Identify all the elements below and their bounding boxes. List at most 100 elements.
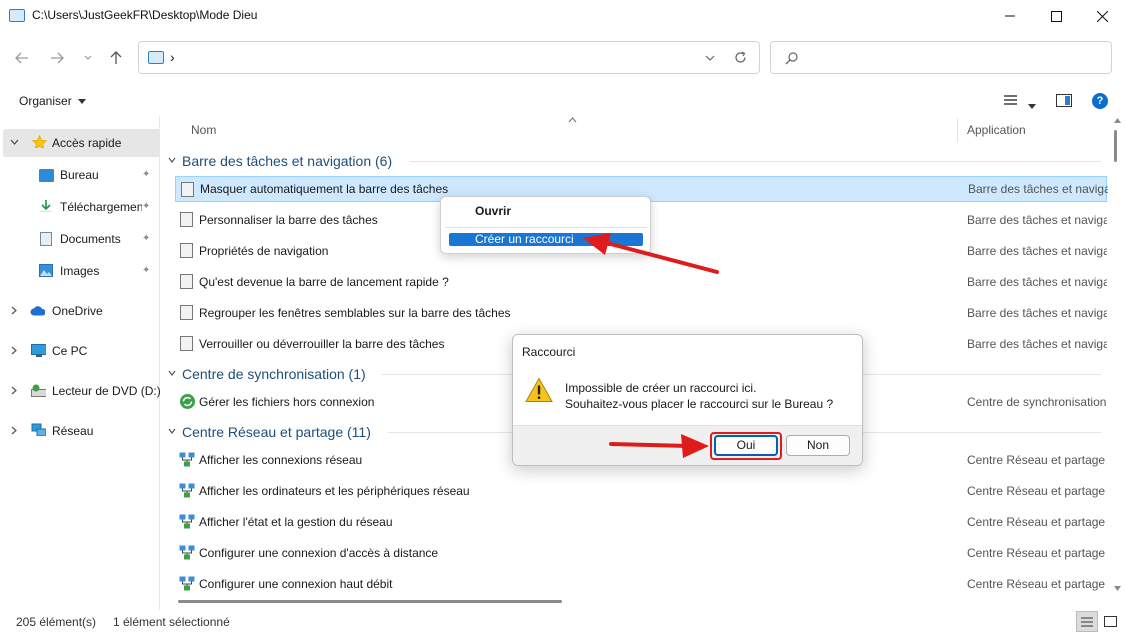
chevron-right-icon[interactable] [11,426,17,435]
command-bar [0,88,1125,116]
forward-button[interactable] [45,46,69,70]
large-icons-view-button[interactable] [1101,611,1121,632]
scroll-down-icon[interactable] [1114,586,1121,591]
group-header-barre-taches[interactable]: Barre des tâches et navigation (6) [182,153,392,169]
row-name: Masquer automatiquement la barre des tâc… [200,182,449,196]
preview-pane-button[interactable] [1056,94,1072,110]
network-icon [179,514,195,529]
chevron-down-icon[interactable] [168,370,176,376]
help-button[interactable]: ? [1092,93,1108,109]
control-panel-icon [148,51,164,64]
row-application: Barre des tâches et navigat [967,244,1107,258]
download-icon [40,200,52,212]
vertical-scrollbar[interactable] [1111,116,1125,594]
minimize-button[interactable] [987,0,1033,32]
group-header-synchronisation[interactable]: Centre de synchronisation (1) [182,366,366,382]
chevron-down-icon[interactable] [168,157,176,163]
search-input[interactable] [805,48,1095,68]
row-application: Centre Réseau et partage [967,453,1106,467]
chevron-down-icon[interactable] [168,428,176,434]
chevron-right-icon[interactable] [11,346,17,355]
document-icon [40,232,52,246]
warning-icon [525,377,553,402]
chevron-down-icon [84,55,92,60]
view-dropdown-button[interactable] [1028,98,1036,112]
table-row[interactable]: Configurer une connexion haut débit Cent… [175,571,1107,597]
search-icon [785,52,798,65]
network-icon [179,545,195,560]
sidebar-item-label: Images [60,264,100,278]
table-row[interactable]: Regrouper les fenêtres semblables sur la… [175,300,1107,326]
table-row[interactable]: Configurer une connexion d'accès à dista… [175,540,1107,566]
up-button[interactable] [104,46,128,70]
pin-icon[interactable]: ✦ [142,233,150,244]
breadcrumb-separator[interactable]: › [170,49,175,65]
column-application-header[interactable]: Application [967,123,1026,137]
row-name: Configurer une connexion haut débit [199,577,393,591]
sidebar-item-bureau[interactable]: Bureau ✦ [0,161,157,189]
search-box[interactable] [770,41,1112,74]
arrow-up-icon [110,51,122,64]
annotation-arrow-to-menu [583,233,719,274]
row-name: Verrouiller ou déverrouiller la barre de… [199,337,445,351]
preview-pane-icon [1056,94,1072,107]
sidebar-item-documents[interactable]: Documents ✦ [0,225,157,253]
context-menu-item-open[interactable]: Ouvrir [475,204,511,218]
caret-down-icon [1028,104,1036,109]
maximize-button[interactable] [1033,0,1079,32]
table-row[interactable]: Afficher les ordinateurs et les périphér… [175,478,1107,504]
network-icon [31,423,46,436]
refresh-icon[interactable] [734,51,747,64]
no-button[interactable]: Non [786,435,850,456]
network-icon [179,576,195,591]
details-view-button[interactable] [1076,611,1098,632]
dialog-message-line-2: Souhaitez-vous placer le raccourci sur l… [565,397,834,411]
taskbar-setting-icon [180,305,193,320]
sidebar-item-dvd[interactable]: Lecteur de DVD (D:) [0,377,161,405]
row-application: Centre de synchronisation [967,395,1107,409]
chevron-down-icon[interactable] [10,139,19,145]
taskbar-setting-icon [180,336,193,351]
row-name: Regrouper les fenêtres semblables sur la… [199,306,511,320]
chevron-right-icon[interactable] [11,306,17,315]
sidebar-item-telechargements[interactable]: Téléchargements ✦ [0,193,157,221]
sidebar-item-onedrive[interactable]: OneDrive [0,297,157,325]
desktop-icon [39,169,54,182]
recent-locations-button[interactable] [76,46,100,70]
view-options-button[interactable] [1004,95,1017,109]
selection-count: 1 élément sélectionné [113,615,230,629]
group-header-reseau[interactable]: Centre Réseau et partage (11) [182,424,371,440]
close-button[interactable] [1079,0,1125,32]
organiser-menu-button[interactable]: Organiser [19,94,87,108]
table-row[interactable]: Afficher l'état et la gestion du réseau … [175,509,1107,535]
sidebar-item-reseau[interactable]: Réseau [0,417,157,445]
chevron-right-icon[interactable] [11,386,17,395]
pin-icon[interactable]: ✦ [142,265,150,276]
pin-icon[interactable]: ✦ [142,201,150,212]
window-title: C:\Users\JustGeekFR\Desktop\Mode Dieu [32,8,258,22]
column-divider[interactable] [957,118,958,142]
sidebar-item-label: Accès rapide [52,136,122,150]
chevron-down-icon[interactable] [705,55,715,61]
pin-icon[interactable]: ✦ [142,169,150,180]
row-application: Barre des tâches et navigat [967,337,1107,351]
column-name-header[interactable]: Nom [191,123,216,137]
back-button[interactable] [10,46,34,70]
row-name: Gérer les fichiers hors connexion [199,395,375,409]
vertical-scroll-thumb[interactable] [1114,130,1117,162]
group-divider [410,161,1101,162]
sidebar-item-images[interactable]: Images ✦ [0,257,157,285]
taskbar-setting-icon [181,182,194,197]
yes-button[interactable]: Oui [714,435,778,456]
scroll-up-icon[interactable] [1114,118,1121,123]
address-bar[interactable]: › [138,41,760,74]
row-name: Afficher les connexions réseau [199,453,363,467]
sidebar-item-ce-pc[interactable]: Ce PC [0,337,157,365]
thumbnail-view-icon [1104,616,1117,627]
horizontal-scroll-thumb[interactable] [178,600,562,603]
details-view-icon [1081,617,1093,627]
sidebar-item-acces-rapide[interactable]: Accès rapide [3,129,160,157]
row-name: Configurer une connexion d'accès à dista… [199,546,439,560]
row-application: Barre des tâches et navigat [967,275,1107,289]
dialog-message-line-1: Impossible de créer un raccourci ici. [565,381,757,395]
